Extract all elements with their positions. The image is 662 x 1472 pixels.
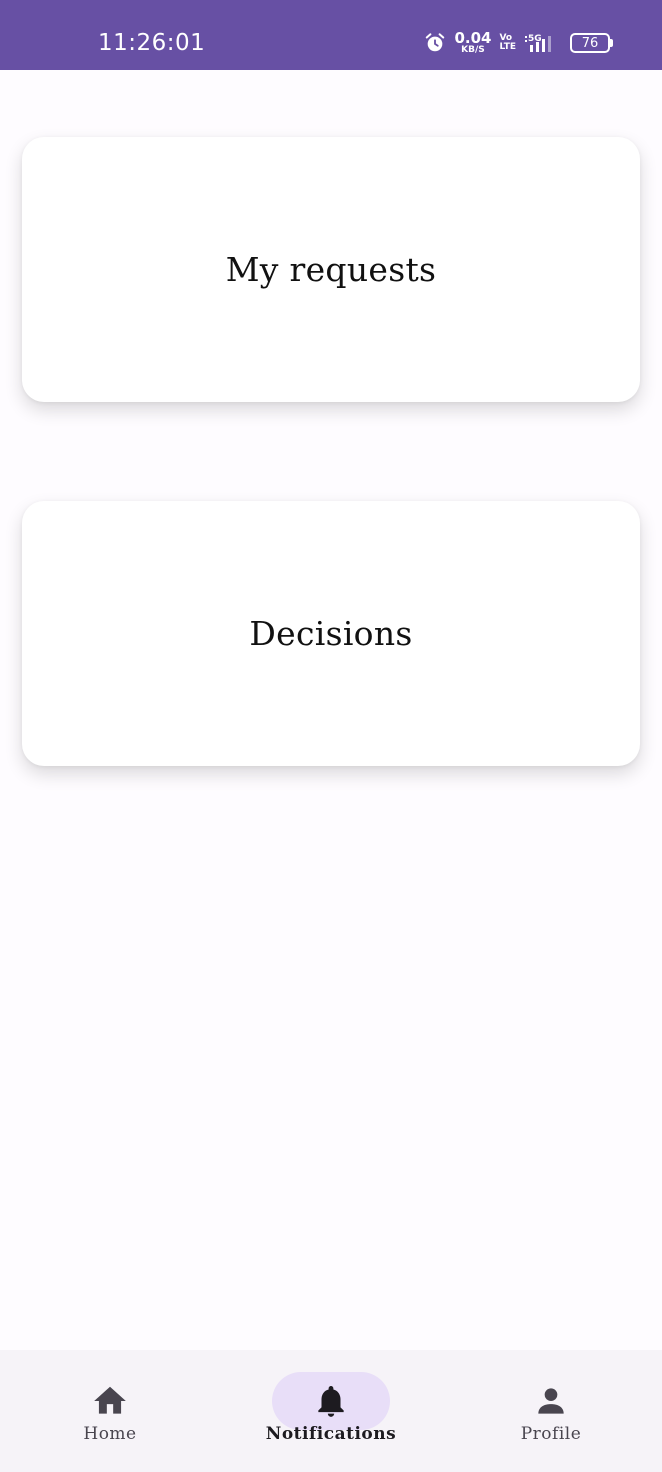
nav-notifications-label: Notifications bbox=[265, 1424, 397, 1444]
network-type: 5G bbox=[528, 34, 542, 44]
nav-profile-indicator bbox=[492, 1372, 610, 1430]
alarm-icon bbox=[426, 33, 445, 52]
home-icon bbox=[94, 1386, 126, 1414]
person-icon bbox=[538, 1388, 564, 1414]
signal-icon: 5G bbox=[525, 34, 551, 52]
screen: 11:26:01 0.04 KB/S Vo LTE 5G 76 My reque… bbox=[0, 0, 662, 1472]
my-requests-label: My requests bbox=[225, 250, 437, 289]
volte-indicator: Vo LTE bbox=[499, 34, 516, 52]
nav-item-profile[interactable]: Profile bbox=[471, 1372, 631, 1452]
battery-level: 76 bbox=[581, 35, 599, 51]
net-speed-value: 0.04 bbox=[454, 29, 492, 47]
status-bar: 11:26:01 0.04 KB/S Vo LTE 5G 76 bbox=[0, 0, 662, 70]
bottom-navigation: Home Notifications Profile bbox=[0, 1350, 662, 1472]
status-icons: 0.04 KB/S Vo LTE 5G 76 bbox=[424, 31, 613, 55]
battery-icon: 76 bbox=[570, 33, 613, 53]
status-time: 11:26:01 bbox=[98, 30, 206, 56]
my-requests-card[interactable]: My requests bbox=[22, 137, 640, 402]
net-speed: 0.04 KB/S bbox=[454, 31, 491, 55]
nav-item-notifications[interactable]: Notifications bbox=[251, 1372, 411, 1452]
nav-profile-label: Profile bbox=[520, 1424, 582, 1444]
net-speed-unit: KB/S bbox=[461, 45, 485, 55]
decisions-card[interactable]: Decisions bbox=[22, 501, 640, 766]
decisions-label: Decisions bbox=[249, 614, 413, 653]
bell-icon bbox=[318, 1385, 344, 1417]
nav-item-home[interactable]: Home bbox=[30, 1372, 190, 1452]
nav-home-indicator bbox=[51, 1372, 169, 1430]
nav-home-label: Home bbox=[83, 1424, 137, 1444]
nav-notifications-indicator bbox=[272, 1372, 390, 1430]
volte-bottom: LTE bbox=[499, 42, 516, 52]
